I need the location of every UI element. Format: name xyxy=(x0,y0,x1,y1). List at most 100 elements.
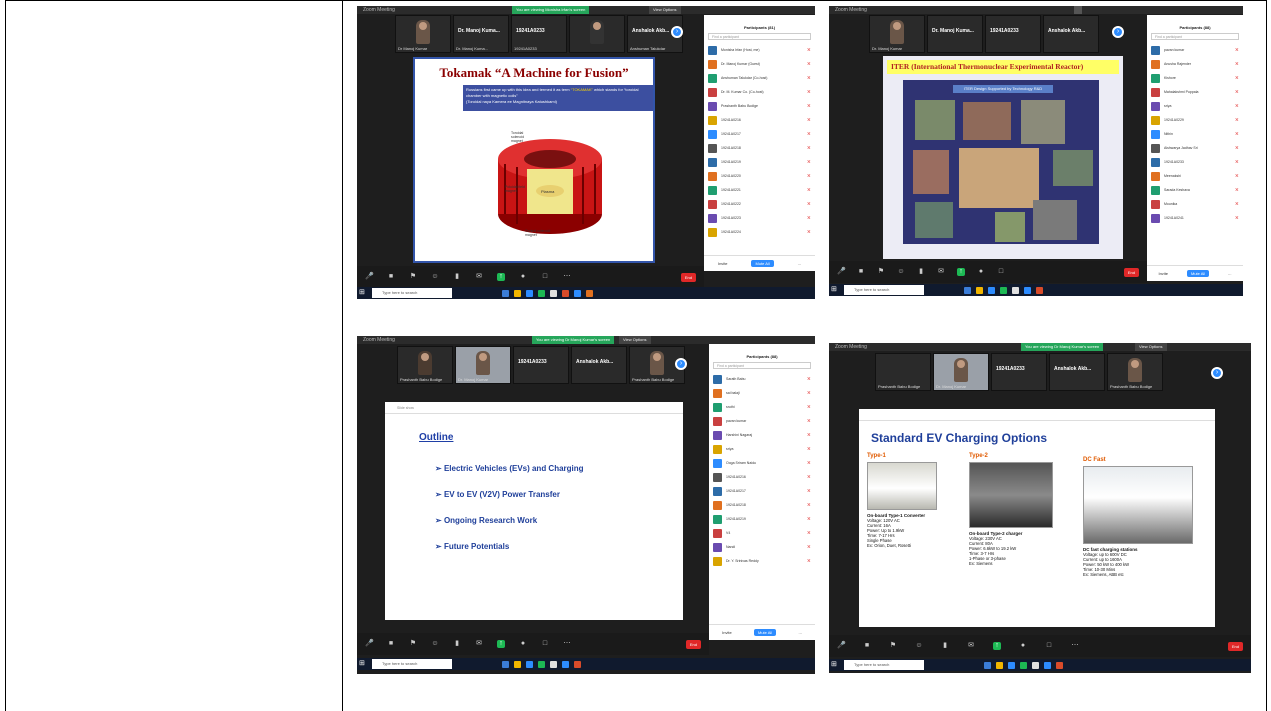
participant-row[interactable]: Dr. Y. Srinivas Reddy ⨯ xyxy=(709,554,815,568)
invite-button[interactable]: Invite xyxy=(1154,270,1172,277)
taskbar-app-icon[interactable] xyxy=(538,289,545,297)
muted-mic-icon[interactable]: ⨯ xyxy=(807,390,811,396)
video-thumb[interactable]: 19241A0233 xyxy=(991,353,1047,391)
taskbar-search[interactable]: Type here to search xyxy=(844,285,924,295)
participants-icon[interactable]: ☺ xyxy=(915,642,923,650)
participant-row[interactable]: 19241A0216 ⨯ xyxy=(709,470,815,484)
taskbar-app-icon[interactable] xyxy=(964,286,971,294)
participant-row[interactable]: Nithin ⨯ xyxy=(1147,127,1243,141)
video-thumb[interactable] xyxy=(569,15,625,53)
participant-row[interactable]: 19241A0219 ⨯ xyxy=(704,155,815,169)
muted-mic-icon[interactable]: ⨯ xyxy=(807,47,811,53)
participant-row[interactable]: Harshini Nagaraj ⨯ xyxy=(709,428,815,442)
record-icon[interactable]: ● xyxy=(519,640,527,648)
muted-mic-icon[interactable]: ⨯ xyxy=(807,488,811,494)
polls-icon[interactable]: ▮ xyxy=(453,273,461,281)
mic-icon[interactable]: 🎤 xyxy=(365,640,374,648)
participant-row[interactable]: Nandi ⨯ xyxy=(709,540,815,554)
taskbar-app-icon[interactable] xyxy=(550,289,557,297)
video-thumb[interactable]: 19241A0233 xyxy=(513,346,569,384)
more-button[interactable]: ... xyxy=(1224,270,1235,277)
video-thumb[interactable]: Dr. Manoj Kuma... xyxy=(927,15,983,53)
video-thumb[interactable]: Anshalok Akb... xyxy=(1043,15,1099,53)
participant-search[interactable]: Find a participant xyxy=(713,362,811,369)
mute-all-button[interactable]: Mute All xyxy=(751,260,774,267)
view-options-button[interactable]: View Options xyxy=(1135,343,1167,351)
muted-mic-icon[interactable]: ⨯ xyxy=(807,474,811,480)
participant-row[interactable]: Mounika ⨯ xyxy=(1147,197,1243,211)
taskbar-app-icon[interactable] xyxy=(976,286,983,294)
participant-row[interactable]: 19241A0219 ⨯ xyxy=(709,512,815,526)
taskbar-app-icon[interactable] xyxy=(502,660,509,668)
invite-button[interactable]: Invite xyxy=(718,629,736,636)
taskbar-app-icon[interactable] xyxy=(984,661,991,669)
participant-row[interactable]: sruthi ⨯ xyxy=(709,400,815,414)
muted-mic-icon[interactable]: ⨯ xyxy=(1235,117,1239,123)
muted-mic-icon[interactable]: ⨯ xyxy=(1235,131,1239,137)
muted-mic-icon[interactable]: ⨯ xyxy=(807,516,811,522)
taskbar-app-icon[interactable] xyxy=(1000,286,1007,294)
muted-mic-icon[interactable]: ⨯ xyxy=(1235,201,1239,207)
taskbar-search[interactable]: Type here to search xyxy=(844,660,924,670)
record-icon[interactable]: ● xyxy=(519,273,527,281)
video-thumb[interactable]: 19241A0233 xyxy=(985,15,1041,53)
muted-mic-icon[interactable]: ⨯ xyxy=(807,502,811,508)
video-icon[interactable]: ■ xyxy=(387,640,395,648)
next-arrow-icon[interactable]: › xyxy=(675,358,687,370)
video-thumb[interactable]: Prashanth Babu Bodige xyxy=(397,346,453,384)
view-options-button[interactable]: View Options xyxy=(619,336,651,344)
taskbar-app-icon[interactable] xyxy=(1044,661,1051,669)
taskbar-app-icon[interactable] xyxy=(1012,286,1019,294)
chat-icon[interactable]: ✉ xyxy=(475,640,483,648)
chat-icon[interactable]: ✉ xyxy=(937,268,945,276)
video-thumb[interactable]: Dr. Manoj Kuma... Dr. Manoj Kuma... xyxy=(453,15,509,53)
participants-icon[interactable]: ☺ xyxy=(897,268,905,276)
more-button[interactable]: ... xyxy=(794,260,805,267)
video-thumb[interactable]: Prashanth Babu Bodige xyxy=(1107,353,1163,391)
muted-mic-icon[interactable]: ⨯ xyxy=(807,418,811,424)
next-arrow-icon[interactable]: › xyxy=(1112,26,1124,38)
taskbar-app-icon[interactable] xyxy=(526,660,533,668)
muted-mic-icon[interactable]: ⨯ xyxy=(807,103,811,109)
invite-button[interactable]: Invite xyxy=(714,260,732,267)
participant-row[interactable]: Sarada Keshava ⨯ xyxy=(1147,183,1243,197)
participant-row[interactable]: 19241A0218 ⨯ xyxy=(709,498,815,512)
muted-mic-icon[interactable]: ⨯ xyxy=(1235,89,1239,95)
taskbar-app-icon[interactable] xyxy=(538,660,545,668)
share-screen-icon[interactable]: ↑ xyxy=(497,273,505,281)
taskbar-app-icon[interactable] xyxy=(502,289,509,297)
security-icon[interactable]: ⚑ xyxy=(409,640,417,648)
taskbar-app-icon[interactable] xyxy=(562,660,569,668)
participants-icon[interactable]: ☺ xyxy=(431,273,439,281)
participant-row[interactable]: sai balaji ⨯ xyxy=(709,386,815,400)
polls-icon[interactable]: ▮ xyxy=(917,268,925,276)
participant-row[interactable]: Anshuman Talukdar (Co-host) ⨯ xyxy=(704,71,815,85)
video-thumb[interactable]: Anshalok Akb... xyxy=(571,346,627,384)
taskbar-app-icon[interactable] xyxy=(1024,286,1031,294)
video-thumb[interactable]: Dr. Manoj Kumar xyxy=(933,353,989,391)
share-screen-icon[interactable]: ↑ xyxy=(957,268,965,276)
participant-row[interactable]: Meenakshi ⨯ xyxy=(1147,169,1243,183)
participant-row[interactable]: 19241A0223 ⨯ xyxy=(704,211,815,225)
windows-start-icon[interactable]: ⊞ xyxy=(831,661,839,669)
video-icon[interactable]: ■ xyxy=(863,642,871,650)
participant-row[interactable]: 19241A0218 ⨯ xyxy=(704,141,815,155)
taskbar-app-icon[interactable] xyxy=(514,289,521,297)
more-icon[interactable]: ⋯ xyxy=(563,273,571,281)
mute-all-button[interactable]: Mute All xyxy=(753,629,777,636)
muted-mic-icon[interactable]: ⨯ xyxy=(807,187,811,193)
muted-mic-icon[interactable]: ⨯ xyxy=(807,404,811,410)
participants-icon[interactable]: ☺ xyxy=(431,640,439,648)
participant-row[interactable]: Dr. M. Kumar Co. (Co-host) ⨯ xyxy=(704,85,815,99)
participant-row[interactable]: Kishore ⨯ xyxy=(1147,71,1243,85)
participant-row[interactable]: 19241A0217 ⨯ xyxy=(709,484,815,498)
security-icon[interactable]: ⚑ xyxy=(409,273,417,281)
taskbar-app-icon[interactable] xyxy=(574,289,581,297)
video-thumb[interactable]: Dr. Manoj Kumar xyxy=(455,346,511,384)
muted-mic-icon[interactable]: ⨯ xyxy=(807,75,811,81)
muted-mic-icon[interactable]: ⨯ xyxy=(807,544,811,550)
video-thumb[interactable]: Prashanth Babu Bodige xyxy=(875,353,931,391)
taskbar-app-icon[interactable] xyxy=(562,289,569,297)
taskbar-app-icon[interactable] xyxy=(1032,661,1039,669)
muted-mic-icon[interactable]: ⨯ xyxy=(807,446,811,452)
